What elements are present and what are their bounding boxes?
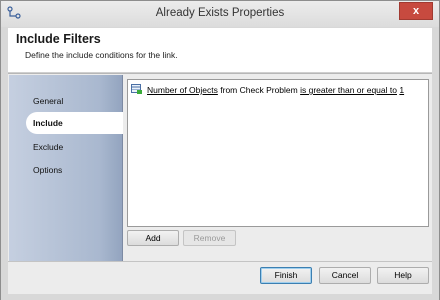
properties-dialog: Already Exists Properties x Include Filt… — [0, 0, 440, 300]
finish-button-label: Finish — [274, 270, 298, 280]
condition-operator-link[interactable]: is greater than or equal to — [300, 85, 397, 95]
condition-source: Check Problem — [239, 85, 298, 95]
sidebar-nav: General Include Exclude Options — [9, 75, 123, 261]
page-title: Include Filters — [16, 32, 101, 46]
condition-field-link[interactable]: Number of Objects — [147, 85, 218, 95]
add-button-label: Add — [145, 233, 161, 243]
sidebar-item-exclude[interactable]: Exclude — [33, 142, 63, 152]
finish-button[interactable]: Finish — [260, 267, 312, 284]
filter-condition-icon — [131, 84, 142, 94]
condition-from-text: from — [220, 85, 238, 95]
content-area: General Include Exclude Options Number o… — [8, 73, 432, 262]
help-button[interactable]: Help — [377, 267, 429, 284]
remove-button-label: Remove — [193, 233, 226, 243]
window-bottom-frame — [1, 294, 439, 300]
cancel-button-label: Cancel — [331, 270, 359, 280]
window-title: Already Exists Properties — [155, 7, 285, 19]
sidebar-item-options[interactable]: Options — [33, 165, 62, 175]
sidebar-item-general[interactable]: General — [33, 96, 63, 106]
close-icon: x — [412, 5, 420, 17]
add-button[interactable]: Add — [127, 230, 179, 246]
dialog-footer: Finish Cancel Help — [8, 262, 432, 294]
cancel-button[interactable]: Cancel — [319, 267, 371, 284]
remove-button[interactable]: Remove — [183, 230, 236, 246]
page-subtitle: Define the include conditions for the li… — [25, 50, 178, 60]
help-button-label: Help — [394, 270, 412, 280]
title-bar[interactable]: Already Exists Properties x — [1, 1, 439, 27]
page-header: Include Filters Define the include condi… — [8, 28, 432, 73]
sidebar-item-include[interactable]: Include — [26, 112, 123, 134]
close-button[interactable]: x — [399, 2, 433, 20]
condition-value-link[interactable]: 1 — [399, 85, 404, 95]
conditions-list[interactable]: Number of Objects from Check Problem is … — [127, 79, 429, 227]
